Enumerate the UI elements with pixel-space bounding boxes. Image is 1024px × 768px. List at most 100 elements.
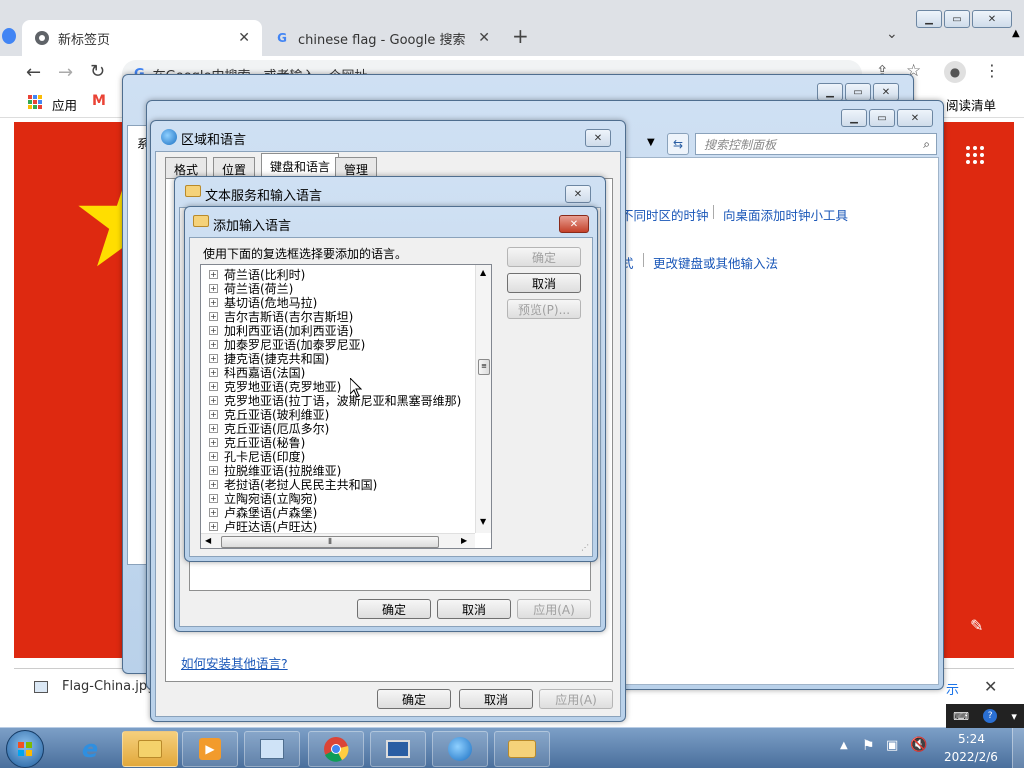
- keyboard-icon: [508, 740, 536, 758]
- globe-icon: [161, 129, 177, 145]
- start-button[interactable]: [6, 730, 44, 768]
- expand-plus-icon[interactable]: +: [209, 465, 218, 475]
- google-apps-grid-icon[interactable]: [966, 146, 984, 164]
- close-button[interactable]: ✕: [873, 83, 899, 101]
- scroll-down-arrow[interactable]: ▼: [480, 517, 486, 526]
- edit-pencil-icon[interactable]: ✎: [970, 616, 983, 635]
- taskbar-keyboard[interactable]: [494, 731, 550, 767]
- expand-plus-icon[interactable]: +: [209, 339, 218, 349]
- reading-list-label[interactable]: 阅读清单: [946, 95, 996, 114]
- help-icon[interactable]: ?: [983, 709, 998, 723]
- language-bar-menu-icon[interactable]: ▾: [1011, 710, 1017, 723]
- close-button[interactable]: ✕: [565, 185, 591, 203]
- scroll-thumb[interactable]: ≡: [478, 359, 490, 375]
- expand-plus-icon[interactable]: +: [209, 325, 218, 335]
- vertical-scrollbar[interactable]: ▲ ≡ ▼: [475, 265, 491, 533]
- scroll-thumb-horizontal[interactable]: ⦀: [221, 536, 439, 548]
- tab-search-icon[interactable]: ⌄: [886, 26, 898, 42]
- expand-plus-icon[interactable]: +: [209, 269, 218, 279]
- scroll-up-arrow[interactable]: ▲: [1012, 28, 1020, 39]
- dropdown-arrow-icon[interactable]: ▼: [647, 137, 655, 148]
- close-button[interactable]: ✕: [972, 10, 1012, 28]
- close-button[interactable]: ✕: [559, 215, 589, 233]
- expand-plus-icon[interactable]: +: [209, 381, 218, 391]
- control-panel-search[interactable]: 搜索控制面板 ⌕: [695, 133, 937, 155]
- volume-muted-icon[interactable]: 🔇: [910, 737, 927, 753]
- show-hidden-icons[interactable]: ▲: [840, 740, 848, 751]
- language-bar[interactable]: ⌨ ? ▾: [946, 704, 1024, 728]
- maximize-button[interactable]: ▭: [869, 109, 895, 127]
- maximize-button[interactable]: ▭: [845, 83, 871, 101]
- back-arrow-icon[interactable]: ←: [26, 62, 41, 83]
- clock-date[interactable]: 2022/2/6: [944, 750, 998, 764]
- scroll-right-arrow[interactable]: ▶: [461, 536, 467, 545]
- expand-plus-icon[interactable]: +: [209, 437, 218, 447]
- expand-plus-icon[interactable]: +: [209, 479, 218, 489]
- network-icon[interactable]: ▣: [886, 738, 898, 753]
- expand-plus-icon[interactable]: +: [209, 521, 218, 531]
- show-desktop-button[interactable]: [1012, 728, 1024, 768]
- minimize-button[interactable]: ▁: [841, 109, 867, 127]
- scroll-left-arrow[interactable]: ◀: [205, 536, 211, 545]
- gmail-icon[interactable]: M: [92, 93, 106, 109]
- ok-button[interactable]: 确定: [357, 599, 431, 619]
- expand-plus-icon[interactable]: +: [209, 507, 218, 517]
- horizontal-scrollbar[interactable]: ◀ ⦀ ▶: [201, 533, 475, 548]
- clock-time[interactable]: 5:24: [958, 732, 985, 746]
- minimize-button[interactable]: ▁: [817, 83, 843, 101]
- expand-plus-icon[interactable]: +: [209, 423, 218, 433]
- taskbar-ie[interactable]: e: [62, 731, 118, 767]
- expand-plus-icon[interactable]: +: [209, 283, 218, 293]
- close-tab-icon[interactable]: ✕: [238, 30, 250, 46]
- expand-plus-icon[interactable]: +: [209, 311, 218, 321]
- resize-grip-icon[interactable]: ⋰: [581, 543, 589, 552]
- taskbar-media[interactable]: ▶: [182, 731, 238, 767]
- keyboard-small-icon[interactable]: ⌨: [953, 710, 969, 723]
- expand-plus-icon[interactable]: +: [209, 493, 218, 503]
- language-item[interactable]: + 卢旺达语(卢旺达): [209, 519, 318, 534]
- close-button[interactable]: ✕: [897, 109, 933, 127]
- apps-bookmark-label[interactable]: 应用: [52, 95, 77, 114]
- scroll-up-arrow[interactable]: ▲: [480, 268, 486, 277]
- expand-plus-icon[interactable]: +: [209, 297, 218, 307]
- maximize-button[interactable]: ▭: [944, 10, 970, 28]
- expand-plus-icon[interactable]: +: [209, 353, 218, 363]
- apps-grid-icon[interactable]: [28, 95, 42, 109]
- expand-plus-icon[interactable]: +: [209, 395, 218, 405]
- taskbar-control-panel[interactable]: [244, 731, 300, 767]
- taskbar-region[interactable]: [432, 731, 488, 767]
- minimize-button[interactable]: ▁: [916, 10, 942, 28]
- tab-chinese-flag[interactable]: G chinese flag - Google 搜索 ✕: [262, 20, 502, 56]
- link-different-timezones[interactable]: 不同时区的时钟: [621, 205, 709, 224]
- expand-plus-icon[interactable]: +: [209, 409, 218, 419]
- cancel-button[interactable]: 取消: [437, 599, 511, 619]
- language-label: 卢旺达语(卢旺达): [224, 519, 318, 534]
- new-tab-button[interactable]: +: [512, 24, 529, 48]
- action-center-flag-icon[interactable]: ⚑: [862, 738, 875, 754]
- menu-kebab-icon[interactable]: ⋮: [984, 61, 1000, 80]
- link-change-keyboard[interactable]: 更改键盘或其他输入法: [653, 253, 778, 272]
- ok-button[interactable]: 确定: [377, 689, 451, 709]
- close-tab-icon[interactable]: ✕: [478, 30, 490, 46]
- globe-icon: [448, 737, 472, 761]
- cancel-button[interactable]: 取消: [507, 273, 581, 293]
- close-button[interactable]: ✕: [585, 129, 611, 147]
- taskbar-explorer[interactable]: [122, 731, 178, 767]
- cancel-button[interactable]: 取消: [459, 689, 533, 709]
- windows-logo-icon: [18, 742, 32, 756]
- profile-avatar[interactable]: ●: [944, 61, 966, 83]
- link-add-clock-gadget[interactable]: 向桌面添加时钟小工具: [723, 205, 848, 224]
- refresh-icon[interactable]: ⇆: [667, 133, 689, 155]
- tab-new-tab[interactable]: 新标签页 ✕: [22, 20, 262, 56]
- show-all-partial[interactable]: 示: [946, 679, 959, 698]
- taskbar-remote[interactable]: [370, 731, 426, 767]
- taskbar-chrome[interactable]: [308, 731, 364, 767]
- close-download-bar-icon[interactable]: ✕: [984, 677, 997, 696]
- install-languages-link[interactable]: 如何安装其他语言?: [181, 653, 288, 672]
- search-icon[interactable]: ⌕: [923, 137, 930, 152]
- forward-arrow-icon[interactable]: →: [58, 62, 73, 83]
- download-filename[interactable]: Flag-China.jpg: [62, 679, 155, 694]
- expand-plus-icon[interactable]: +: [209, 451, 218, 461]
- expand-plus-icon[interactable]: +: [209, 367, 218, 377]
- reload-icon[interactable]: ↻: [90, 61, 105, 82]
